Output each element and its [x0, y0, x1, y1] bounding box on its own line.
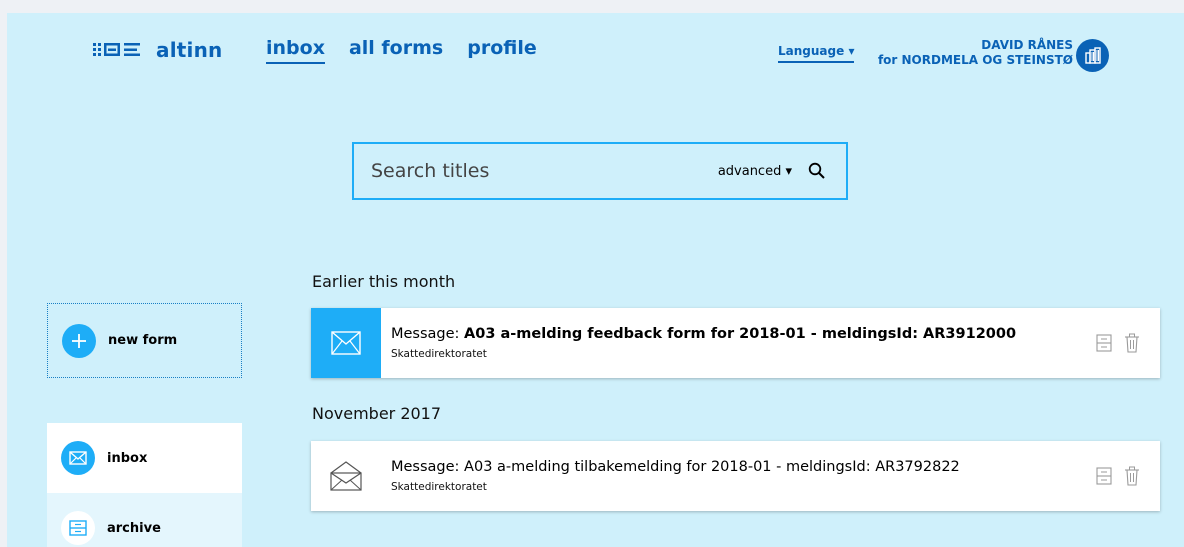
- sidebar-item-label: archive: [107, 520, 161, 536]
- open-envelope-icon: [311, 441, 381, 511]
- message-sender: Skattedirektoratet: [391, 481, 487, 493]
- archive-icon[interactable]: [1096, 467, 1112, 485]
- archive-icon[interactable]: [1096, 334, 1112, 352]
- message-body: Message: A03 a-melding tilbakemelding fo…: [381, 459, 1096, 493]
- nav-inbox[interactable]: inbox: [266, 37, 325, 64]
- message-subject: A03 a-melding feedback form for 2018-01 …: [464, 326, 1017, 342]
- organization-avatar-icon[interactable]: [1076, 39, 1109, 72]
- message-row[interactable]: Message: A03 a-melding tilbakemelding fo…: [311, 441, 1160, 511]
- advanced-search-toggle[interactable]: advanced ▾: [718, 164, 792, 179]
- nav-profile[interactable]: profile: [467, 37, 537, 64]
- message-sender: Skattedirektoratet: [391, 348, 487, 360]
- language-label: Language: [778, 44, 845, 58]
- search-input[interactable]: [354, 144, 718, 198]
- group-title: Earlier this month: [312, 272, 456, 291]
- sidebar-nav: inbox archive: [47, 423, 242, 547]
- message-title: Message: A03 a-melding tilbakemelding fo…: [391, 459, 1096, 475]
- search-icon[interactable]: [806, 160, 828, 182]
- new-form-button[interactable]: new form: [47, 303, 242, 378]
- message-title: Message: A03 a-melding feedback form for…: [391, 326, 1096, 342]
- language-selector[interactable]: Language ▾: [778, 44, 855, 63]
- user-org: for NORDMELA OG STEINSTØ: [877, 53, 1073, 67]
- message-prefix: Message:: [391, 326, 465, 342]
- building-icon: [1084, 46, 1101, 64]
- message-body: Message: A03 a-melding feedback form for…: [381, 326, 1096, 360]
- search-box: advanced ▾: [352, 142, 848, 200]
- envelope-icon: [61, 441, 95, 475]
- trash-icon[interactable]: [1124, 333, 1140, 353]
- new-form-label: new form: [108, 333, 178, 348]
- group-title: November 2017: [312, 404, 442, 423]
- message-row[interactable]: Message: A03 a-melding feedback form for…: [311, 308, 1160, 378]
- message-prefix: Message:: [391, 459, 465, 475]
- message-actions: [1096, 466, 1140, 486]
- user-name: DAVID RÅNES: [981, 38, 1073, 52]
- plus-icon: [62, 323, 96, 358]
- sidebar-item-archive[interactable]: archive: [47, 493, 242, 547]
- message-subject: A03 a-melding tilbakemelding for 2018-01…: [464, 459, 960, 475]
- main-nav: inbox all forms profile: [266, 37, 537, 64]
- altinn-logo[interactable]: altinn: [93, 38, 222, 62]
- archive-icon: [61, 511, 95, 545]
- unread-envelope-icon: [311, 308, 381, 378]
- caret-down-icon: ▾: [848, 44, 855, 58]
- page: altinn inbox all forms profile Language …: [7, 13, 1184, 547]
- message-actions: [1096, 333, 1140, 353]
- logo-text: altinn: [156, 38, 223, 62]
- user-info[interactable]: DAVID RÅNES for NORDMELA OG STEINSTØ: [878, 38, 1073, 68]
- sidebar-item-label: inbox: [107, 450, 148, 466]
- trash-icon[interactable]: [1124, 466, 1140, 486]
- nav-all-forms[interactable]: all forms: [349, 37, 443, 64]
- altinn-logo-icon: [93, 43, 140, 56]
- sidebar-item-inbox[interactable]: inbox: [47, 423, 242, 493]
